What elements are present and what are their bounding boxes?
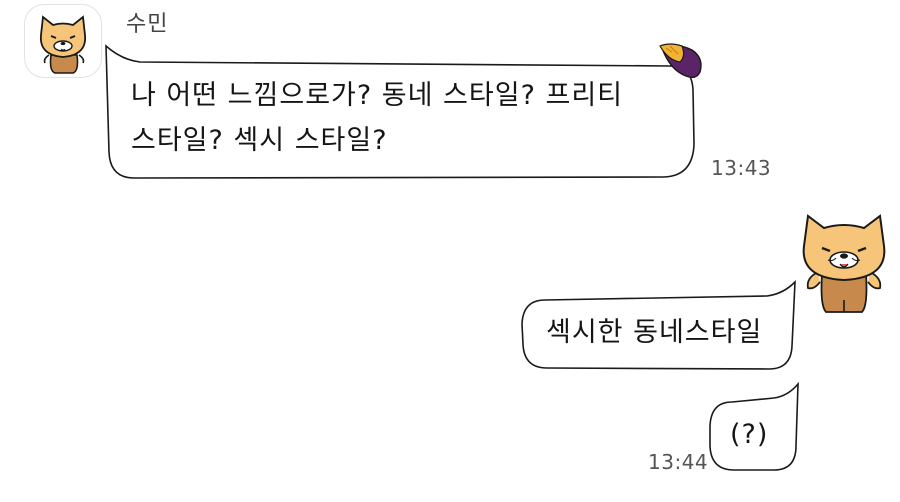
cat-avatar-icon (802, 214, 886, 313)
sender-name: 수민 (126, 12, 169, 37)
cat-avatar-icon (40, 15, 86, 74)
message-text-line: 스타일? 섹시 스타일? (131, 125, 388, 156)
message-timestamp: 13:43 (711, 156, 772, 180)
message-text-line: (?) (730, 419, 769, 450)
message-text-line: 섹시한 동네스타일 (546, 317, 763, 348)
sender-avatar[interactable] (24, 4, 102, 78)
message-timestamp: 13:44 (648, 450, 709, 474)
message-text-line: 나 어떤 느낌으로가? 동네 스타일? 프리티 (131, 80, 624, 111)
sweet-potato-icon (659, 43, 702, 79)
